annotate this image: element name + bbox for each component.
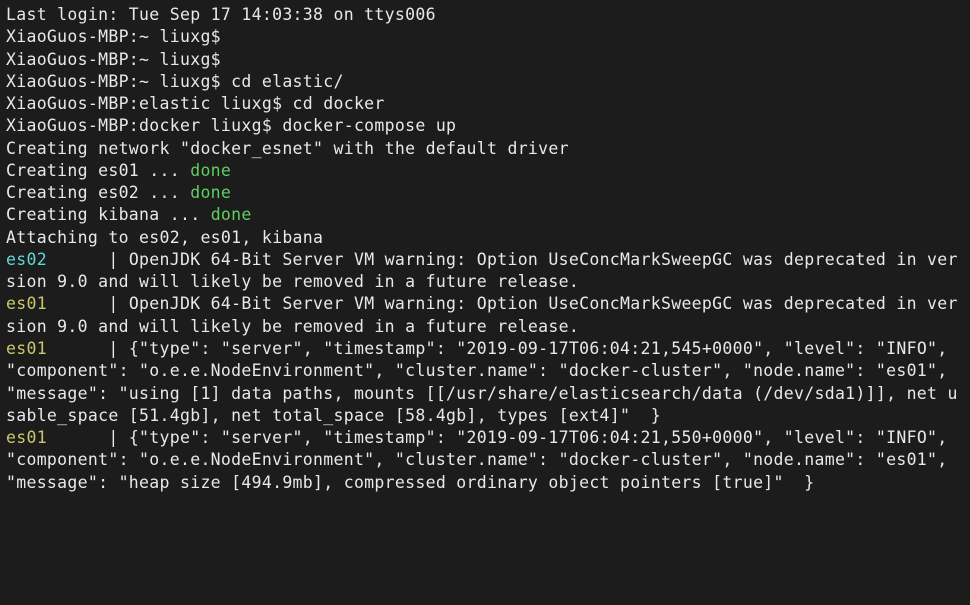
output-line: Attaching to es02, es01, kibana: [6, 227, 964, 249]
terminal-output[interactable]: Last login: Tue Sep 17 14:03:38 on ttys0…: [6, 4, 964, 494]
status-done: done: [211, 205, 252, 224]
log-line: es01 | {"type": "server", "timestamp": "…: [6, 427, 964, 494]
prompt-line: XiaoGuos-MBP:~ liuxg$ cd elastic/: [6, 71, 964, 93]
log-separator: |: [108, 294, 128, 313]
prompt-line: XiaoGuos-MBP:elastic liuxg$ cd docker: [6, 93, 964, 115]
log-message: {"type": "server", "timestamp": "2019-09…: [6, 428, 968, 492]
log-message: OpenJDK 64-Bit Server VM warning: Option…: [6, 250, 958, 291]
container-name-es01: es01: [6, 294, 108, 313]
log-separator: |: [108, 250, 128, 269]
prompt-line: XiaoGuos-MBP:docker liuxg$ docker-compos…: [6, 115, 964, 137]
status-done: done: [190, 183, 231, 202]
log-separator: |: [108, 339, 128, 358]
container-name-es01: es01: [6, 339, 108, 358]
creating-prefix: Creating es02 ...: [6, 183, 190, 202]
prompt-line: XiaoGuos-MBP:~ liuxg$: [6, 49, 964, 71]
log-line: es02 | OpenJDK 64-Bit Server VM warning:…: [6, 249, 964, 294]
log-message: OpenJDK 64-Bit Server VM warning: Option…: [6, 294, 958, 335]
log-separator: |: [108, 428, 128, 447]
output-line: Creating es01 ... done: [6, 160, 964, 182]
log-line: es01 | OpenJDK 64-Bit Server VM warning:…: [6, 293, 964, 338]
container-name-es02: es02: [6, 250, 108, 269]
output-line: Creating es02 ... done: [6, 182, 964, 204]
log-line: es01 | {"type": "server", "timestamp": "…: [6, 338, 964, 427]
creating-prefix: Creating kibana ...: [6, 205, 211, 224]
log-message: {"type": "server", "timestamp": "2019-09…: [6, 339, 968, 425]
prompt-line: XiaoGuos-MBP:~ liuxg$: [6, 26, 964, 48]
container-name-es01: es01: [6, 428, 108, 447]
output-line: Creating network "docker_esnet" with the…: [6, 138, 964, 160]
motd-line: Last login: Tue Sep 17 14:03:38 on ttys0…: [6, 4, 964, 26]
status-done: done: [190, 161, 231, 180]
output-line: Creating kibana ... done: [6, 204, 964, 226]
creating-prefix: Creating es01 ...: [6, 161, 190, 180]
